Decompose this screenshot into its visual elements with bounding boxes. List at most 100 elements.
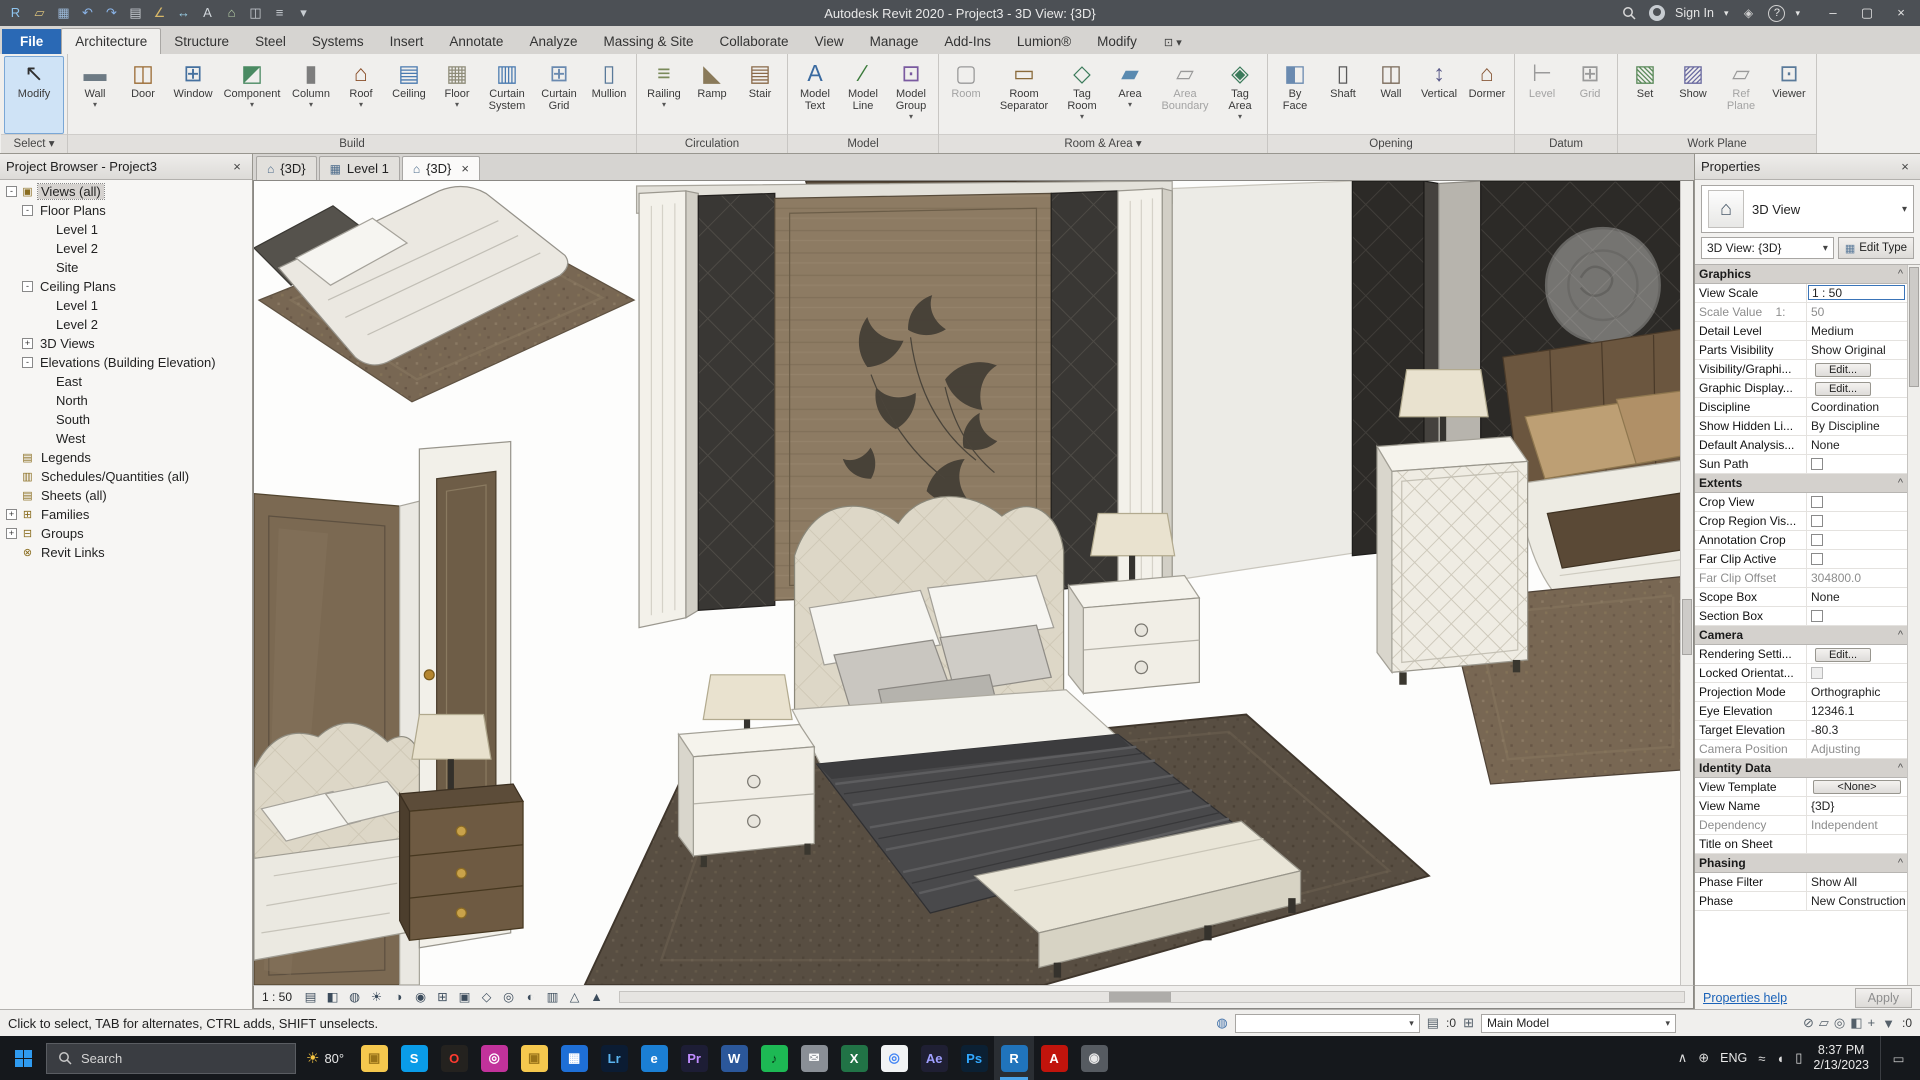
taskbar-app-instagram[interactable]: ◎ [474,1036,514,1080]
hidden-icons-chevron[interactable]: ∧ [1678,1050,1688,1066]
instance-combo[interactable]: 3D View: {3D} ▾ [1701,237,1834,259]
battery-icon[interactable]: ▯ [1795,1050,1802,1066]
properties-scrollbar[interactable] [1907,265,1920,985]
temporary-view-properties-icon[interactable]: ▥ [542,988,563,1007]
ribbon-tab-analyze[interactable]: Analyze [516,29,590,54]
3d-scene[interactable] [254,181,1693,985]
browser-item-revit-links[interactable]: ⊗ Revit Links [0,543,252,562]
button-ceiling[interactable]: ▤ Ceiling [385,56,433,134]
taskbar-app-camera[interactable]: ◉ [1074,1036,1114,1080]
aligned-dimension-icon[interactable]: ↔ [172,2,195,24]
button-model-text[interactable]: A Model Text [791,56,839,134]
ribbon-tab-annotate[interactable]: Annotate [436,29,516,54]
browser-item-level-2[interactable]: Level 2 [0,239,252,258]
help-icon[interactable]: ? [1768,4,1786,22]
visual-style-icon[interactable]: ◍ [344,988,365,1007]
collapse-section-icon[interactable]: ^ [1898,626,1907,644]
taskbar-app-after-effects[interactable]: Ae [914,1036,954,1080]
property-input[interactable]: 1 : 50 [1808,285,1905,300]
taskbar-app-premiere[interactable]: Pr [674,1036,714,1080]
ribbon-tab-view[interactable]: View [802,29,857,54]
horizontal-scroll-thumb[interactable] [1109,992,1172,1002]
button-window[interactable]: ⊞ Window [167,56,219,134]
taskbar-app-opera[interactable]: O [434,1036,474,1080]
search-icon[interactable] [1619,3,1639,23]
ribbon-tab-systems[interactable]: Systems [299,29,377,54]
property-value[interactable]: {3D} [1807,797,1907,815]
property-value[interactable]: 12346.1 [1807,702,1907,720]
text-note-icon[interactable]: A [196,2,219,24]
browser-item-north[interactable]: North [0,391,252,410]
property-value[interactable] [1807,835,1907,853]
help-caret-icon[interactable]: ▾ [1795,8,1800,19]
close-button[interactable]: × [1884,0,1918,26]
sun-path-icon[interactable]: ☀ [366,988,387,1007]
property-value[interactable]: Coordination [1807,398,1907,416]
crop-view-checkbox[interactable] [1811,496,1823,508]
view-template-button[interactable]: <None> [1813,780,1901,794]
open-file-icon[interactable]: ▱ [28,2,51,24]
button-wall[interactable]: ▬ Wall ▾ [71,56,119,134]
modify-selection-widget[interactable]: ⊡ ▾ [1158,31,1188,54]
minimize-button[interactable]: – [1816,0,1850,26]
default-3d-view-icon[interactable]: ⌂ [220,2,243,24]
ribbon-tab-lumion[interactable]: Lumion® [1004,29,1084,54]
collapse-section-icon[interactable]: ^ [1898,759,1907,777]
browser-item-3d-views[interactable]: +3D Views [0,334,252,353]
button-shaft[interactable]: ▯ Shaft [1319,56,1367,134]
properties-section-camera[interactable]: Camera ^ [1695,626,1907,645]
taskbar-app-file-explorer[interactable]: ▣ [354,1036,394,1080]
property-value[interactable]: Orthographic [1807,683,1907,701]
far-clip-active-checkbox[interactable] [1811,553,1823,565]
taskbar-app-spotify[interactable]: ♪ [754,1036,794,1080]
view-tab-3d[interactable]: ⌂ {3D} × [401,156,480,180]
onedrive-icon[interactable]: ⊕ [1698,1050,1709,1066]
temporary-hide-isolate-icon[interactable]: ◎ [498,988,519,1007]
taskbar-search[interactable]: Search [46,1042,296,1074]
ribbon-tab-modify[interactable]: Modify [1084,29,1150,54]
button-tag-room[interactable]: ◇ Tag Room ▾ [1058,56,1106,134]
taskbar-app-chrome[interactable]: ◎ [874,1036,914,1080]
unlocked-view-icon[interactable]: ◇ [476,988,497,1007]
button-wall[interactable]: ◫ Wall [1367,56,1415,134]
taskbar-app-photoshop[interactable]: Ps [954,1036,994,1080]
property-value[interactable]: Show All [1807,873,1907,891]
rendering-dialog-icon[interactable]: ◉ [410,988,431,1007]
select-pinned-toggle-icon[interactable]: ◎ [1834,1015,1845,1031]
button-model-line[interactable]: ∕ Model Line [839,56,887,134]
ribbon-tab-manage[interactable]: Manage [857,29,932,54]
ribbon-tab-collaborate[interactable]: Collaborate [707,29,802,54]
graphic-display-edit-button[interactable]: Edit... [1815,382,1871,396]
maximize-button[interactable]: ▢ [1850,0,1884,26]
collapse-section-icon[interactable]: ^ [1898,474,1907,492]
redo-icon[interactable]: ↷ [100,2,123,24]
button-roof[interactable]: ⌂ Roof ▾ [337,56,385,134]
edit-type-button[interactable]: ▦ Edit Type [1837,237,1914,259]
notification-center-icon[interactable]: ▭ [1880,1036,1916,1080]
browser-item-south[interactable]: South [0,410,252,429]
ribbon-tab-file[interactable]: File [2,29,62,54]
design-option-combo[interactable]: Main Model ▾ [1480,1013,1676,1033]
save-file-icon[interactable]: ▦ [52,2,75,24]
instance-combo-dropdown-icon[interactable]: ▾ [1823,243,1828,254]
button-mullion[interactable]: ▯ Mullion [585,56,633,134]
clock[interactable]: 8:37 PM 2/13/2023 [1813,1043,1869,1073]
ribbon-tab-add-ins[interactable]: Add-Ins [931,29,1004,54]
taskbar-app-skype[interactable]: S [394,1036,434,1080]
browser-item-sheets-all[interactable]: ▤ Sheets (all) [0,486,252,505]
taskbar-app-revit[interactable]: R [994,1036,1035,1080]
view-tab-level-1[interactable]: ▦ Level 1 [318,156,400,180]
browser-item-level-1[interactable]: Level 1 [0,296,252,315]
browser-item-east[interactable]: East [0,372,252,391]
sign-in-caret-icon[interactable]: ▾ [1724,8,1729,19]
far-wall[interactable] [1171,181,1353,582]
customize-qat-icon[interactable]: ▾ [292,2,315,24]
browser-item-elevations-building-elevation[interactable]: - Elevations (Building Elevation) [0,353,252,372]
design-option-dropdown-icon[interactable]: ▾ [1659,1018,1670,1029]
tree-expander-icon[interactable]: + [22,338,33,349]
show-crop-region-icon[interactable]: ▣ [454,988,475,1007]
taskbar-app-acrobat[interactable]: A [1034,1036,1074,1080]
scale-menu-icon[interactable]: ▤ [300,988,321,1007]
button-stair[interactable]: ▤ Stair [736,56,784,134]
button-by-face[interactable]: ◧ By Face [1271,56,1319,134]
